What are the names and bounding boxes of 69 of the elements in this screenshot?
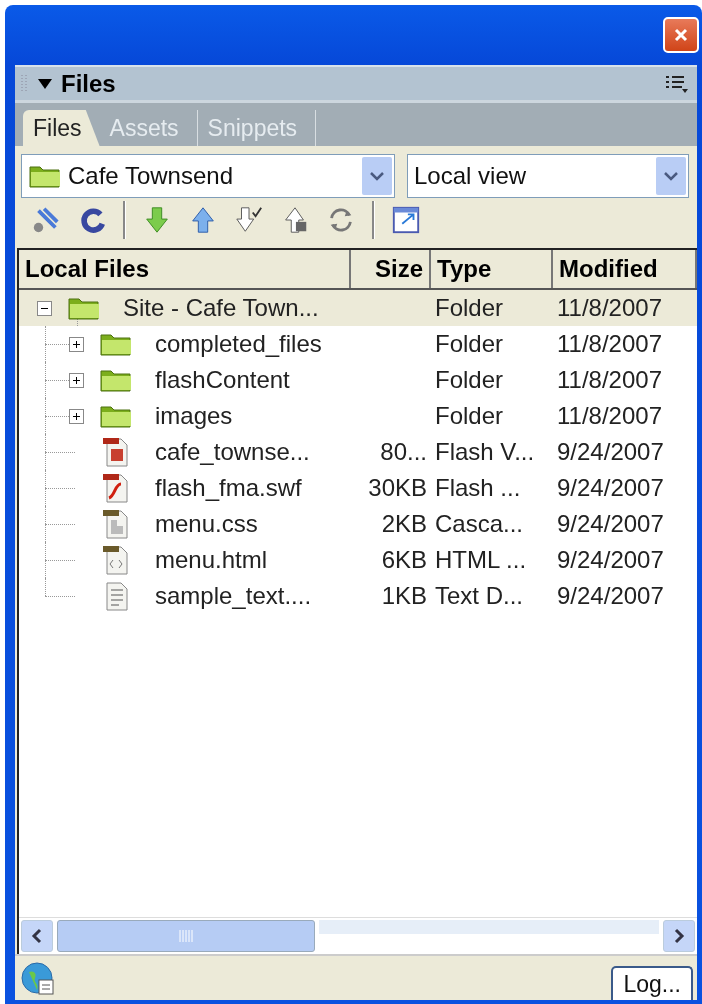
- file-type: Folder: [434, 366, 505, 394]
- grip-icon[interactable]: [21, 73, 29, 94]
- column-header[interactable]: Size: [351, 250, 431, 288]
- scroll-thumb[interactable]: [57, 920, 315, 952]
- column-header[interactable]: Modified: [553, 250, 697, 288]
- column-header[interactable]: Type: [431, 250, 553, 288]
- scroll-left-button[interactable]: [21, 920, 53, 952]
- file-size: 80...: [379, 438, 428, 466]
- panel-title: Files: [61, 69, 117, 98]
- expand-icon[interactable]: [69, 408, 84, 424]
- horizontal-scrollbar[interactable]: [19, 917, 697, 954]
- modified-date: 9/24/2007: [556, 546, 665, 574]
- file-name: images: [155, 402, 234, 430]
- code-file-icon: [101, 544, 131, 576]
- modified-date: 9/24/2007: [556, 510, 665, 538]
- modified-date: 11/8/2007: [556, 402, 663, 430]
- collapse-icon[interactable]: [37, 300, 52, 316]
- folder-icon: [67, 295, 101, 321]
- modified-date: 11/8/2007: [556, 366, 663, 394]
- file-type: Flash ...: [434, 474, 522, 502]
- file-size: 2KB: [380, 510, 428, 538]
- file-name: cafe_townse...: [155, 438, 311, 466]
- modified-date: 9/24/2007: [556, 582, 665, 610]
- file-type: Casca...: [434, 510, 525, 538]
- modified-date: 9/24/2007: [556, 474, 665, 502]
- file-name: menu.css: [155, 510, 259, 538]
- expand-icon[interactable]: [69, 372, 84, 388]
- folder-icon: [28, 163, 62, 189]
- flash-file-icon: [101, 472, 131, 504]
- folder-icon: [99, 331, 133, 357]
- file-type: Folder: [434, 330, 505, 358]
- video-file-icon: [101, 436, 131, 468]
- panel-tab[interactable]: Files: [23, 110, 100, 146]
- file-name: sample_text....: [155, 582, 313, 610]
- log-button[interactable]: Log...: [611, 966, 693, 1000]
- folder-icon: [99, 367, 133, 393]
- close-icon: [673, 27, 689, 43]
- file-row[interactable]: Site - Cafe Town... Folder 11/8/2007: [19, 290, 697, 326]
- file-name: completed_files: [155, 330, 323, 358]
- file-name: Site - Cafe Town...: [123, 294, 320, 322]
- file-type: Folder: [434, 294, 505, 322]
- view-select[interactable]: Local view: [407, 154, 689, 198]
- file-size: 1KB: [380, 582, 428, 610]
- expand-icon[interactable]: [69, 336, 84, 352]
- column-header[interactable]: Local Files: [19, 250, 351, 288]
- folder-icon: [99, 403, 133, 429]
- right-chevron-icon: [673, 928, 685, 944]
- file-type: Folder: [434, 402, 505, 430]
- menu-icon[interactable]: [665, 73, 689, 94]
- modified-date: 9/24/2007: [556, 438, 665, 466]
- scroll-right-button[interactable]: [663, 920, 695, 952]
- file-name: menu.html: [155, 546, 269, 574]
- modified-date: 11/8/2007: [556, 294, 663, 322]
- file-name: flash_fma.swf: [155, 474, 303, 502]
- left-chevron-icon: [31, 928, 43, 944]
- modified-date: 11/8/2007: [556, 330, 663, 358]
- file-type: Text D...: [434, 582, 525, 610]
- file-size: 30KB: [367, 474, 428, 502]
- site-select[interactable]: Cafe Townsend: [21, 154, 395, 198]
- file-type: HTML ...: [434, 546, 528, 574]
- caret-icon: [362, 157, 392, 195]
- file-size: 6KB: [380, 546, 428, 574]
- file-type: Flash V...: [434, 438, 536, 466]
- close-button[interactable]: [663, 17, 699, 53]
- file-name: flashContent: [155, 366, 291, 394]
- stylesheet-file-icon: [101, 508, 131, 540]
- collapse-triangle-icon[interactable]: [37, 76, 53, 91]
- globe-icon[interactable]: [21, 962, 55, 996]
- caret-icon: [656, 157, 686, 195]
